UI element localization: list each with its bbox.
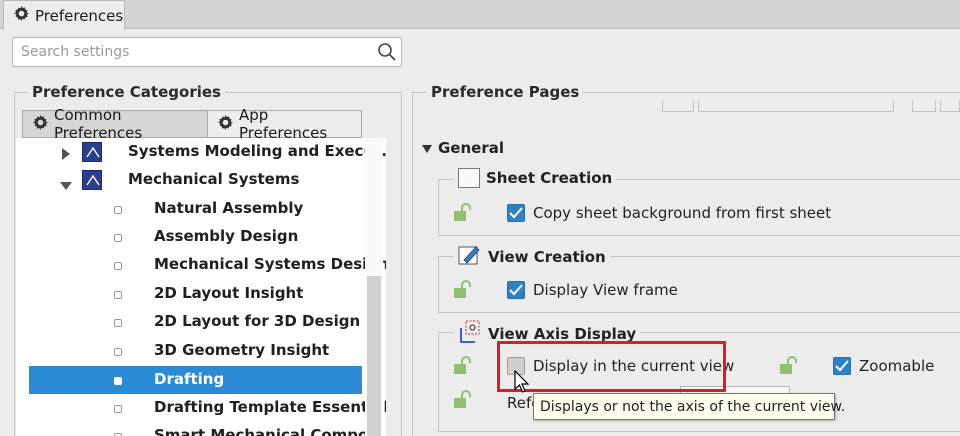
zoomable-option[interactable]: Zoomable (833, 357, 934, 375)
tree-item-3d-geometry-insight[interactable]: 3D Geometry Insight (16, 337, 362, 365)
display-view-frame-label: Display View frame (533, 281, 678, 299)
tree-item-smart-mechanical[interactable]: Smart Mechanical Compo... (16, 422, 385, 436)
general-label: General (438, 139, 504, 157)
search-input[interactable] (21, 42, 361, 62)
leaf-bullet-icon (114, 319, 122, 327)
tree-item-label: Smart Mechanical Compo... (154, 426, 386, 436)
tree-item-2d-layout-3d-design[interactable]: 2D Layout for 3D Design (16, 308, 362, 336)
collapse-arrow-icon[interactable] (60, 176, 72, 194)
tooltip: Displays or not the axis of the current … (533, 393, 845, 420)
tab-common-label: Common Preferences (54, 106, 143, 142)
tree-item-label: Drafting Template Essentials (154, 398, 386, 416)
expand-arrow-icon[interactable] (62, 146, 70, 164)
app-icon (82, 170, 102, 190)
view-creation-header: View Creation (454, 244, 610, 270)
tree-item-label: Mechanical Systems Design (154, 255, 386, 273)
clipped-control (912, 100, 936, 112)
tree-item-drafting-template[interactable]: Drafting Template Essentials (16, 394, 386, 422)
zoomable-checkbox[interactable] (833, 357, 851, 375)
leaf-bullet-icon (114, 206, 122, 214)
categories-title: Preference Categories (28, 83, 225, 101)
gear-icon (218, 114, 233, 134)
lock-icon[interactable] (452, 280, 474, 304)
search-box[interactable] (12, 37, 402, 67)
search-icon[interactable] (377, 42, 397, 66)
lock-icon[interactable] (452, 203, 474, 227)
sheet-creation-header: Sheet Creation (454, 168, 617, 188)
leaf-bullet-icon (114, 291, 122, 299)
general-section-header[interactable]: General (422, 139, 504, 157)
leaf-bullet-icon (114, 348, 122, 356)
lock-icon[interactable] (452, 390, 474, 414)
leaf-bullet-icon (114, 405, 122, 413)
collapse-arrow-icon (422, 139, 432, 157)
tree-item-natural-assembly[interactable]: Natural Assembly (16, 195, 362, 223)
tree-item-label: Systems Modeling and Execut... (128, 142, 386, 160)
lock-icon[interactable] (778, 356, 800, 380)
tab-app-label: App Preferences (239, 106, 328, 142)
app-icon (82, 142, 102, 162)
pages-title: Preference Pages (427, 83, 584, 101)
tree-item-label: Drafting (154, 370, 225, 388)
highlight-box (497, 341, 726, 392)
tree-item-mechanical-systems[interactable]: Mechanical Systems (16, 166, 362, 194)
tree-item-label: 3D Geometry Insight (154, 341, 330, 359)
sheet-icon (458, 168, 480, 188)
clipped-control (662, 100, 694, 112)
copy-sheet-background-label: Copy sheet background from first sheet (533, 204, 832, 222)
tree-item-label: Assembly Design (154, 227, 299, 245)
mouse-cursor-icon (514, 369, 530, 398)
lock-icon[interactable] (452, 356, 474, 380)
tab-common-preferences[interactable]: Common Preferences (22, 106, 208, 142)
tree-item-label: Natural Assembly (154, 199, 304, 217)
tab-app-preferences[interactable]: App Preferences (207, 106, 362, 142)
tree-item-mechanical-systems-design[interactable]: Mechanical Systems Design (16, 251, 386, 279)
category-tree[interactable]: Systems Modeling and Execut... Mechanica… (16, 138, 386, 436)
gear-icon (14, 6, 29, 25)
copy-sheet-background-option[interactable]: Copy sheet background from first sheet (507, 204, 831, 222)
tree-item-systems-modeling[interactable]: Systems Modeling and Execut... (16, 138, 386, 166)
leaf-bullet-icon (114, 234, 122, 242)
leaf-bullet-icon (114, 262, 122, 270)
view-creation-title: View Creation (488, 248, 606, 266)
clipped-control (698, 100, 894, 112)
tree-scrollbar-thumb[interactable] (367, 276, 381, 436)
display-view-frame-option[interactable]: Display View frame (507, 281, 678, 299)
tree-item-label: 2D Layout Insight (154, 284, 304, 302)
clipped-control (940, 100, 960, 112)
gear-icon (33, 114, 48, 134)
window-tab-strip (0, 0, 960, 29)
view-creation-icon (458, 244, 482, 270)
view-axis-icon (458, 320, 482, 348)
tree-item-assembly-design[interactable]: Assembly Design (16, 223, 362, 251)
tree-item-label: Mechanical Systems (128, 170, 300, 188)
preferences-tab[interactable]: Preferences (3, 0, 125, 30)
preferences-tab-label: Preferences (35, 6, 124, 25)
sheet-creation-title: Sheet Creation (486, 169, 613, 187)
display-view-frame-checkbox[interactable] (507, 281, 525, 299)
zoomable-label: Zoomable (859, 357, 935, 375)
copy-sheet-background-checkbox[interactable] (507, 204, 525, 222)
tree-item-2d-layout-insight[interactable]: 2D Layout Insight (16, 280, 362, 308)
leaf-bullet-icon (114, 377, 122, 385)
tree-item-drafting[interactable]: Drafting (29, 366, 362, 394)
tree-item-label: 2D Layout for 3D Design (154, 312, 361, 330)
